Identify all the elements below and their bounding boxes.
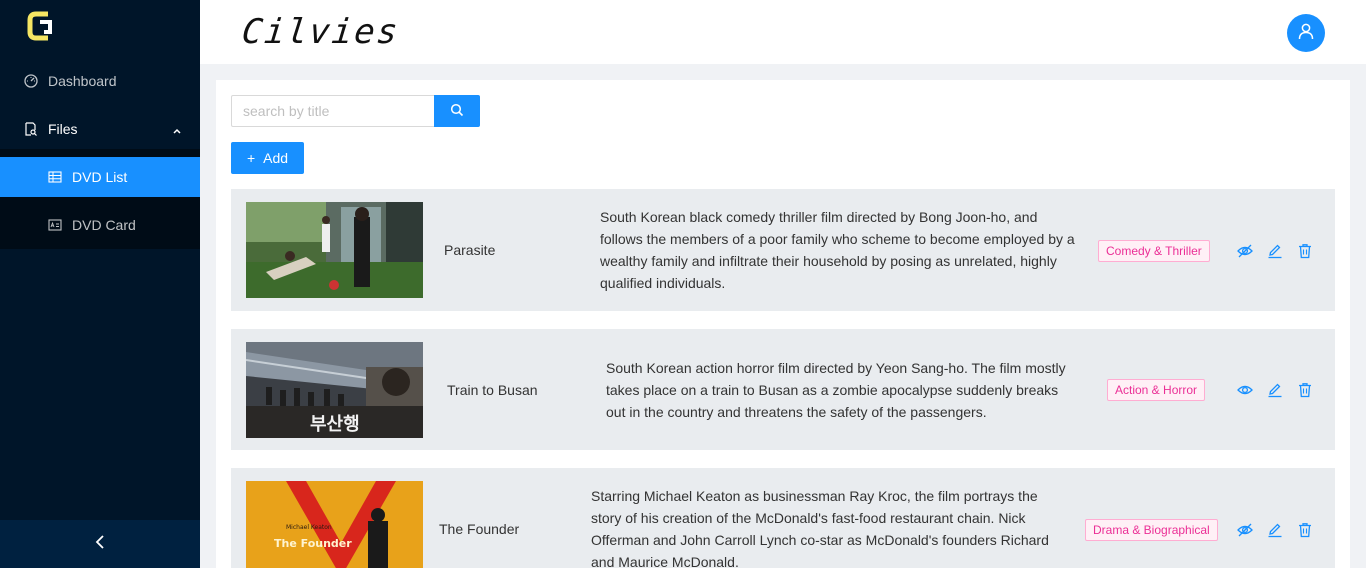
eye-invisible-icon[interactable] — [1237, 243, 1253, 259]
dvd-title: Train to Busan — [447, 382, 538, 398]
genre-tag: Drama & Biographical — [1085, 519, 1218, 541]
search-button[interactable] — [434, 95, 480, 127]
table-row: 부산행 Train to Busan South Korean action h… — [231, 329, 1335, 450]
main-content: + Add Parasite South Korean black com — [216, 80, 1350, 568]
table-row: Michael Keaton The Founder The Founder S… — [231, 468, 1335, 568]
eye-icon[interactable] — [1237, 382, 1253, 398]
row-actions — [1237, 243, 1327, 259]
search-icon — [450, 103, 464, 120]
user-avatar-button[interactable] — [1287, 14, 1325, 52]
brand-title: Cilvies — [239, 12, 402, 52]
sidebar-item-label: Files — [48, 121, 78, 137]
dvd-description: South Korean action horror film directed… — [606, 360, 1066, 420]
row-actions — [1237, 382, 1327, 398]
table-icon — [48, 170, 62, 184]
poster-image: 부산행 — [246, 342, 423, 438]
poster-image: Michael Keaton The Founder — [246, 481, 423, 568]
dvd-description: South Korean black comedy thriller film … — [600, 209, 1075, 291]
add-button[interactable]: + Add — [231, 142, 304, 174]
sidebar-item-dvd-list[interactable]: DVD List — [0, 157, 200, 197]
file-search-icon — [24, 122, 38, 136]
dvd-title: The Founder — [439, 521, 520, 537]
genre-tag: Comedy & Thriller — [1098, 240, 1210, 262]
sidebar-item-files[interactable]: Files — [0, 109, 200, 149]
delete-icon[interactable] — [1297, 243, 1313, 259]
add-button-label: Add — [263, 150, 289, 166]
user-icon — [1297, 22, 1315, 45]
sidebar-item-label: DVD Card — [72, 217, 136, 233]
sidebar-item-dvd-card[interactable]: DVD Card — [0, 205, 200, 245]
dvd-title: Parasite — [444, 242, 496, 258]
sidebar-item-label: Dashboard — [48, 73, 117, 89]
sidebar-item-label: DVD List — [72, 169, 128, 185]
edit-icon[interactable] — [1267, 522, 1283, 538]
chevron-left-icon — [94, 534, 106, 555]
poster-subtitle: Michael Keaton — [286, 524, 332, 531]
row-actions — [1237, 522, 1327, 538]
dashboard-icon — [24, 74, 38, 88]
poster-image — [246, 202, 423, 298]
genre-tag: Action & Horror — [1107, 379, 1206, 401]
dvd-description: Starring Michael Keaton as businessman R… — [591, 488, 1049, 568]
chevron-up-icon — [172, 123, 182, 139]
delete-icon[interactable] — [1297, 522, 1313, 538]
sidebar: Dashboard Files DVD List DVD Card — [0, 0, 200, 568]
table-row: Parasite South Korean black comedy thril… — [231, 189, 1335, 311]
header: Cilvies — [200, 0, 1366, 64]
poster-title: The Founder — [274, 537, 352, 550]
logo — [26, 8, 56, 44]
sidebar-collapse-button[interactable] — [0, 520, 200, 568]
delete-icon[interactable] — [1297, 382, 1313, 398]
card-icon — [48, 218, 62, 232]
search-input[interactable] — [231, 95, 435, 127]
sidebar-item-dashboard[interactable]: Dashboard — [0, 61, 200, 101]
plus-icon: + — [246, 150, 256, 166]
poster-title: 부산행 — [310, 414, 360, 435]
eye-invisible-icon[interactable] — [1237, 522, 1253, 538]
edit-icon[interactable] — [1267, 243, 1283, 259]
edit-icon[interactable] — [1267, 382, 1283, 398]
